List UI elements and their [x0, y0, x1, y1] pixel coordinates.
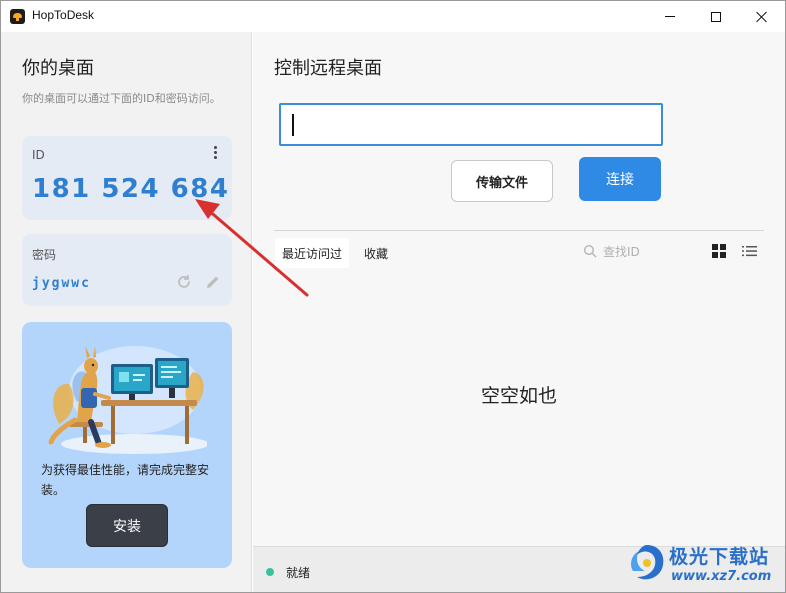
sidebar: 你的桌面 你的桌面可以通过下面的ID和密码访问。 ID 181 524 684 …: [1, 32, 252, 592]
text-caret: [292, 114, 294, 136]
status-text: 就绪: [286, 566, 311, 580]
transfer-file-button[interactable]: 传输文件: [451, 160, 553, 202]
id-label: ID: [32, 148, 45, 162]
password-value[interactable]: jygwwc: [32, 276, 91, 291]
maximize-icon: [711, 11, 721, 22]
status-indicator-icon: [266, 568, 274, 576]
main-title: 控制远程桌面: [274, 58, 382, 79]
window-title: HopToDesk: [32, 8, 95, 22]
install-message: 为获得最佳性能，请完成完整安装。: [41, 463, 210, 497]
kangaroo-workstation-illustration: [48, 346, 207, 454]
watermark: 极光下载站 www.xz7.com: [625, 539, 785, 591]
close-icon: [756, 11, 768, 23]
watermark-name: 极光下载站: [669, 546, 770, 568]
minimize-icon: [665, 16, 675, 17]
divider: [274, 230, 764, 231]
maximize-button[interactable]: [693, 1, 739, 32]
close-button[interactable]: [739, 1, 785, 32]
search-placeholder: 查找ID: [603, 244, 640, 259]
app-window: HopToDesk 你的桌面 你的桌面可以通过下面的ID和密码访问。 ID 18…: [0, 0, 786, 593]
password-card: 密码 jygwwc: [22, 234, 232, 306]
connect-button[interactable]: 连接: [579, 157, 661, 201]
watermark-logo-icon: [631, 545, 664, 580]
sidebar-description: 你的桌面可以通过下面的ID和密码访问。: [22, 92, 221, 105]
sidebar-title: 你的桌面: [22, 58, 94, 79]
id-card: ID 181 524 684: [22, 136, 232, 220]
tab-favorites[interactable]: 收藏: [358, 238, 394, 268]
install-button[interactable]: 安装: [86, 504, 168, 547]
install-card: 为获得最佳性能，请完成完整安装。 安装: [22, 322, 232, 568]
kebab-menu-icon[interactable]: [214, 146, 218, 160]
main-panel: 控制远程桌面 传输文件 连接 最近访问过 收藏 查找ID 空空如也: [253, 32, 785, 546]
remote-id-input[interactable]: [279, 103, 663, 146]
title-bar[interactable]: HopToDesk: [1, 1, 785, 32]
search-box[interactable]: 查找ID: [583, 241, 683, 261]
watermark-url: www.xz7.com: [671, 569, 772, 584]
minimize-button[interactable]: [647, 1, 693, 32]
hoptodesk-logo-icon: [10, 9, 25, 24]
refresh-icon[interactable]: [176, 274, 192, 290]
list-view-icon[interactable]: [742, 244, 757, 258]
grid-view-icon[interactable]: [712, 244, 726, 258]
search-icon: [583, 244, 597, 258]
tab-recent[interactable]: 最近访问过: [275, 238, 350, 268]
empty-state-text: 空空如也: [480, 385, 557, 407]
id-value[interactable]: 181 524 684: [32, 174, 229, 204]
password-label: 密码: [32, 248, 57, 262]
pencil-icon[interactable]: [205, 274, 221, 290]
